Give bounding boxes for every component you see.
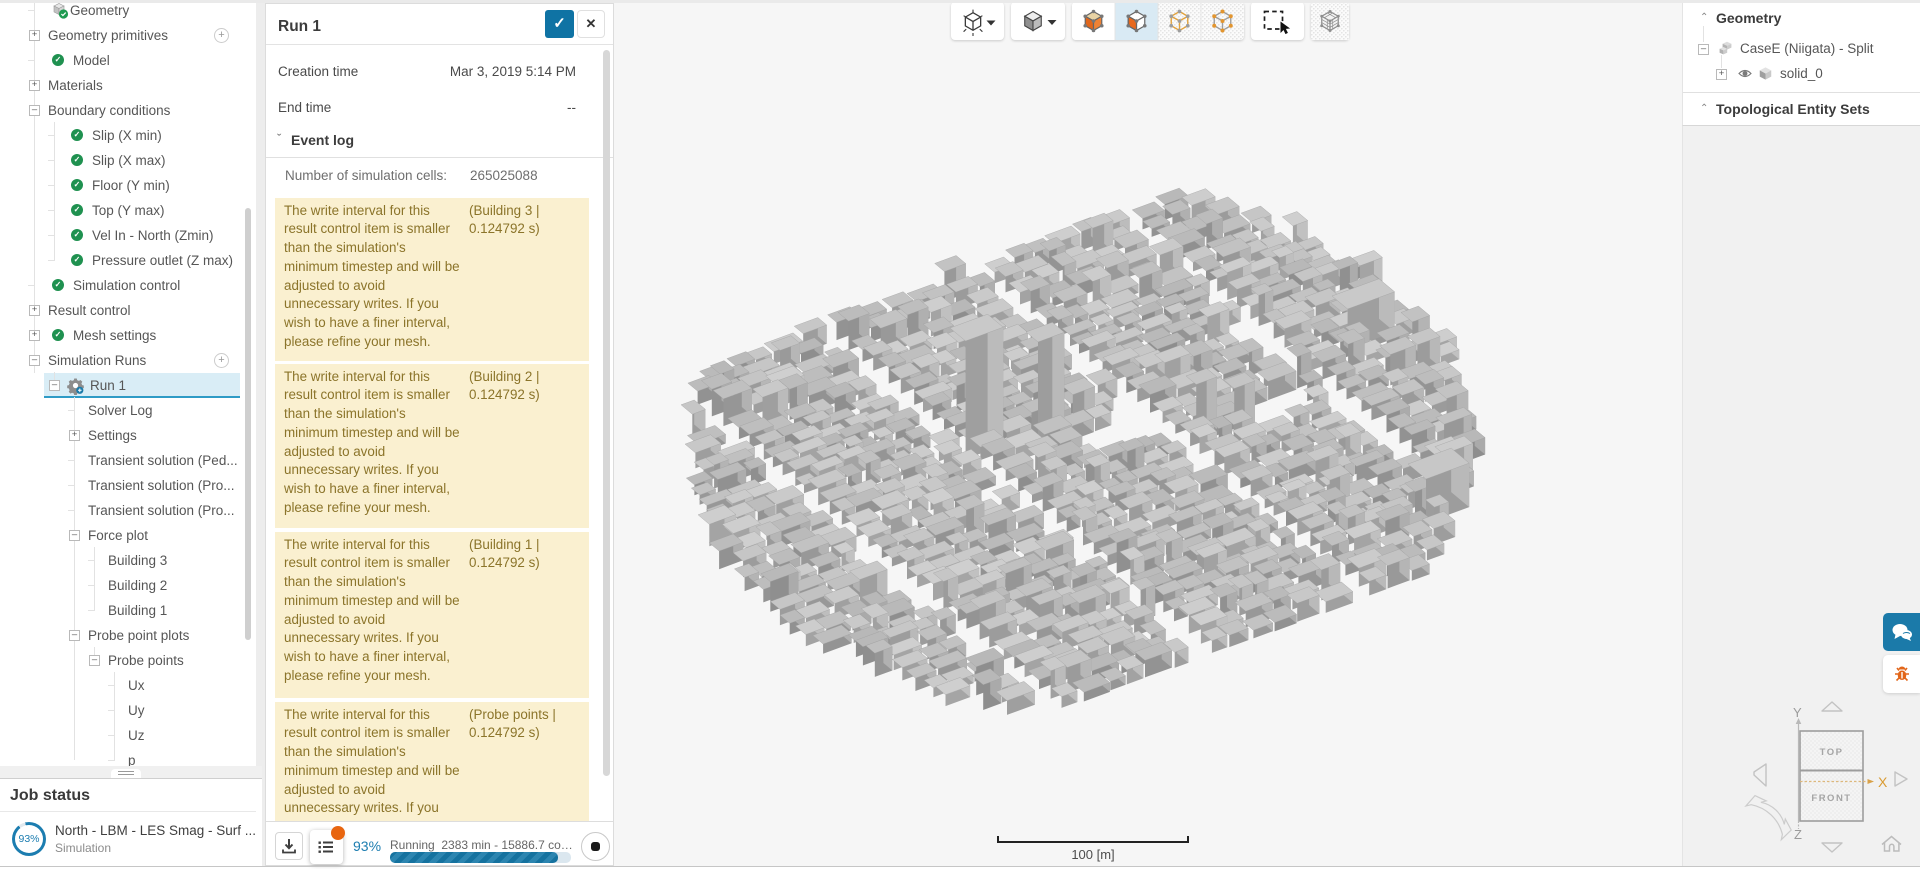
svg-text:Y: Y bbox=[1793, 705, 1802, 720]
svg-text:FRONT: FRONT bbox=[1811, 793, 1851, 804]
svg-text:X: X bbox=[1878, 774, 1888, 790]
svg-text:TOP: TOP bbox=[1820, 747, 1844, 758]
svg-text:Z: Z bbox=[1794, 827, 1802, 842]
